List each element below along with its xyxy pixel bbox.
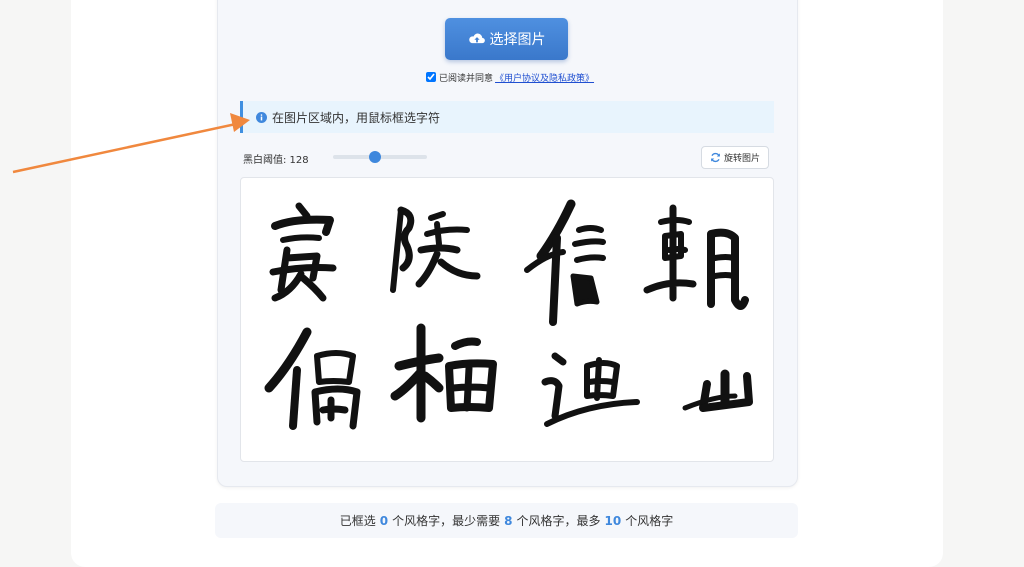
image-canvas[interactable]	[240, 177, 774, 462]
calligraphy-char-3	[524, 199, 606, 326]
select-image-label: 选择图片	[489, 32, 546, 48]
agree-checkbox[interactable]	[426, 72, 436, 82]
threshold-slider[interactable]	[333, 150, 427, 164]
cloud-upload-icon	[468, 33, 485, 44]
max-count: 10	[604, 513, 622, 528]
calligraphy-char-8	[682, 369, 753, 412]
calligraphy-image[interactable]	[241, 178, 775, 463]
agreement-row: 已阅读并同意 《用户协议及隐私政策》	[426, 70, 594, 84]
threshold-label: 黑白阈值: 128	[243, 155, 309, 166]
status-part2: 个风格字，最少需要	[392, 514, 501, 528]
status-part3: 个风格字，最多	[516, 514, 601, 528]
calligraphy-char-2	[390, 206, 481, 293]
agree-text: 已阅读并同意	[439, 73, 494, 84]
select-image-button[interactable]: 选择图片	[445, 18, 568, 60]
selected-count: 0	[379, 513, 389, 528]
slider-thumb[interactable]	[369, 151, 381, 163]
calligraphy-char-6	[390, 323, 497, 423]
status-part1: 已框选	[339, 514, 376, 528]
refresh-icon	[711, 152, 720, 163]
agreement-link[interactable]: 《用户协议及隐私政策》	[495, 71, 594, 84]
rotate-label: 旋转图片	[723, 154, 760, 164]
min-count: 8	[504, 513, 513, 528]
status-part4: 个风格字	[625, 514, 674, 528]
selection-status: 已框选 0 个风格字，最少需要 8 个风格字，最多 10 个风格字	[215, 503, 798, 538]
notice-banner: 在图片区域内，用鼠标框选字符	[240, 101, 774, 133]
info-circle-icon	[256, 111, 267, 123]
calligraphy-char-7	[541, 352, 640, 427]
calligraphy-char-4	[643, 204, 749, 310]
notice-text: 在图片区域内，用鼠标框选字符	[272, 110, 441, 125]
rotate-image-button[interactable]: 旋转图片	[701, 146, 769, 169]
calligraphy-char-5	[264, 327, 361, 430]
calligraphy-char-1	[269, 202, 337, 302]
